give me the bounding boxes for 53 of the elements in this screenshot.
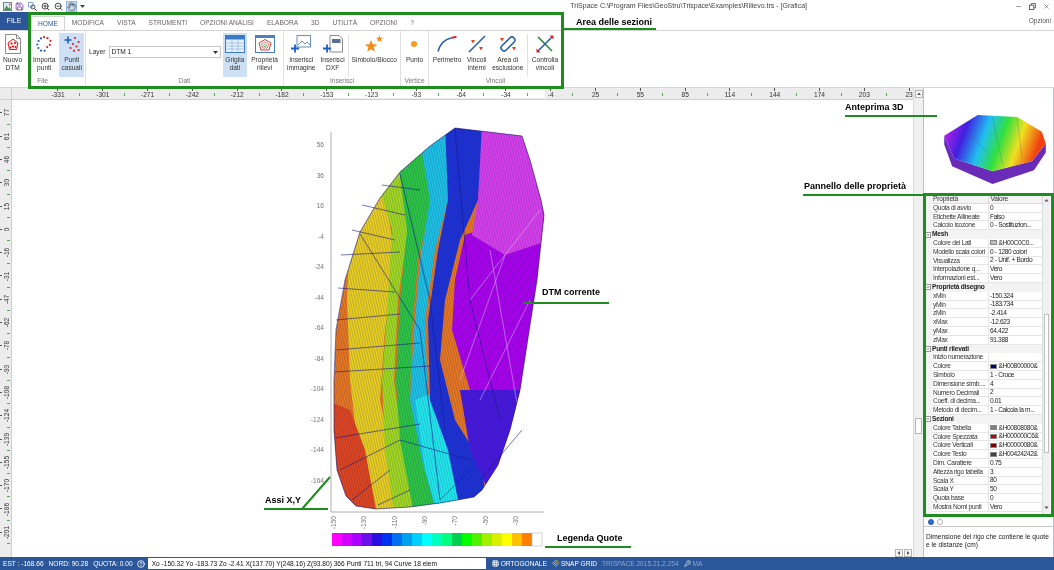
capsule-icon [498,34,517,53]
collapse-icon[interactable] [925,284,931,291]
crossed-arrows-icon [536,34,554,53]
up-arrow-icon[interactable] [1043,197,1050,204]
annotation-label: Area delle sezioni [576,17,653,28]
dtm-sheet-icon [3,33,22,54]
hand-icon [67,1,76,11]
dotted-arc-icon [36,35,53,52]
annotation-label: Legenda Quote [557,533,623,544]
zoom-in-icon [41,1,50,11]
key-icon [683,560,691,567]
up-arrow-icon[interactable] [914,90,923,98]
caret-icon [212,50,218,54]
polygon-frame-icon [254,34,275,53]
plus-dots-icon [63,35,80,52]
annotation-label: DTM corrente [542,287,600,298]
collapse-icon[interactable] [925,416,931,423]
zoom-in-button[interactable] [40,0,51,12]
right-arrow-icon[interactable] [904,548,912,557]
collapse-icon[interactable] [925,345,931,352]
grid-icon [491,560,499,567]
app-icon[interactable] [3,1,12,11]
vertical-scrollbar[interactable] [913,88,923,557]
help-icon[interactable] [136,559,145,568]
caret-icon[interactable] [80,4,85,8]
collapse-icon[interactable] [925,231,931,238]
view-mode-icon[interactable] [928,519,934,525]
property-scrollbar[interactable] [1042,193,1050,517]
dot-icon [411,40,418,47]
close-icon[interactable] [1043,2,1050,10]
left-arrow-icon[interactable] [895,548,903,557]
zoom-window-button[interactable] [27,0,38,12]
stars-icon [364,34,385,53]
save-icon [15,1,24,11]
zoom-window-icon [28,1,37,11]
document-plus-icon [322,34,343,53]
restore-icon[interactable] [1029,2,1036,10]
table-icon [224,34,245,53]
arc-icon [437,35,458,52]
leader-line [264,476,331,510]
scrollbar-thumb[interactable] [1044,314,1049,453]
annotation-label: Pannello delle proprietà [804,181,907,192]
down-arrow-icon[interactable] [1043,504,1050,511]
save-button[interactable] [14,0,25,12]
diagonal-line-icon [467,34,486,53]
image-plus-icon [291,34,312,53]
zoom-out-icon [54,1,63,11]
annotation-label: Assi X,Y [265,495,302,506]
annotation-label: Anteprima 3D [845,102,904,113]
pan-button[interactable] [66,0,77,12]
zoom-out-button[interactable] [53,0,64,12]
magnet-icon [551,560,559,567]
scrollbar-thumb[interactable] [915,418,922,434]
